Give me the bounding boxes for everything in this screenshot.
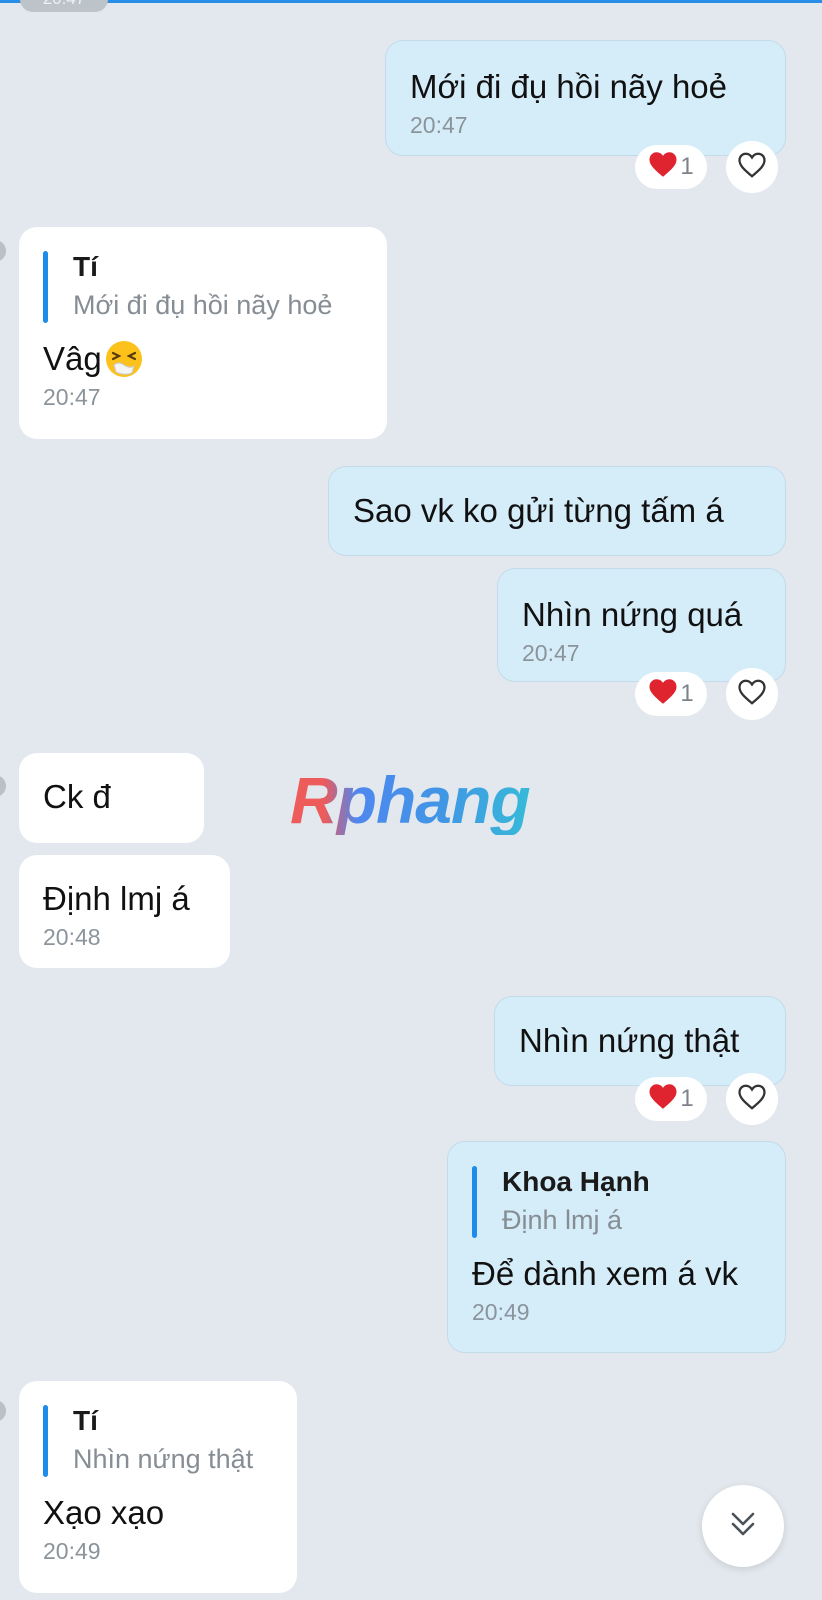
message-text: Nhìn nứng thật [519,1022,740,1059]
message-text: Để dành xem á vk [472,1255,738,1292]
quote-text: Mới đi đụ hồi nãy hoẻ [73,290,333,320]
message-bubble-outgoing[interactable]: Mới đi đụ hồi nãy hoẻ 20:47 [385,40,786,156]
message-bubble-incoming[interactable]: Tí Mới đi đụ hồi nãy hoẻ Vâg 20:47 [19,227,387,439]
reaction-count-badge[interactable]: 1 [635,1077,707,1121]
message-text: Xạo xạo [43,1494,165,1531]
sender-avatar[interactable] [0,775,6,797]
sneezing-face-emoji-icon [104,339,144,379]
heart-outline-icon [737,1083,767,1116]
red-heart-icon [648,1083,678,1115]
reaction-count: 1 [680,680,694,707]
quote-sender-name: Khoa Hạnh [502,1166,650,1197]
sender-avatar[interactable] [0,240,6,262]
date-time-chip: 20:47 [20,0,108,12]
message-bubble-outgoing[interactable]: Khoa Hạnh Định lmj á Để dành xem á vk 20… [447,1141,786,1353]
sender-avatar[interactable] [0,1400,6,1422]
message-text: Nhìn nứng quá [522,596,743,633]
reaction-count-badge[interactable]: 1 [635,145,707,189]
reaction-count-badge[interactable]: 1 [635,672,707,716]
message-text: Ck đ [43,778,111,815]
reply-quote[interactable]: Khoa Hạnh Định lmj á [472,1164,761,1240]
top-accent-line [0,0,822,3]
quote-bar [472,1166,477,1238]
like-button[interactable] [726,1073,778,1125]
message-bubble-outgoing[interactable]: Nhìn nứng quá 20:47 [497,568,786,682]
like-button[interactable] [726,668,778,720]
message-text: Định lmj á [43,880,190,917]
like-button[interactable] [726,141,778,193]
quote-sender-name: Tí [73,251,98,282]
date-time-chip-text: 20:47 [20,0,108,12]
quote-text: Định lmj á [502,1205,623,1235]
reply-quote[interactable]: Tí Nhìn nứng thật [43,1403,273,1479]
message-time: 20:49 [43,1538,101,1564]
message-time: 20:48 [43,924,101,950]
reaction-count: 1 [680,153,694,180]
message-time: 20:47 [410,112,468,138]
message-time: 20:47 [522,640,580,666]
quote-bar [43,251,48,323]
red-heart-icon [648,678,678,710]
heart-outline-icon [737,151,767,184]
quote-bar [43,1405,48,1477]
message-bubble-outgoing[interactable]: Nhìn nứng thật [494,996,786,1086]
message-time: 20:47 [43,384,101,410]
reaction-count: 1 [680,1085,694,1112]
scroll-to-bottom-button[interactable] [702,1485,784,1567]
message-text: Mới đi đụ hồi nãy hoẻ [410,68,727,105]
message-time: 20:49 [472,1299,530,1325]
quote-sender-name: Tí [73,1405,98,1436]
heart-outline-icon [737,678,767,711]
message-bubble-incoming[interactable]: Định lmj á 20:48 [19,855,230,968]
message-text: Vâg [43,340,102,377]
message-text: Sao vk ko gửi từng tấm á [353,492,724,529]
reply-quote[interactable]: Tí Mới đi đụ hồi nãy hoẻ [43,249,363,325]
message-bubble-incoming[interactable]: Ck đ [19,753,204,843]
quote-text: Nhìn nứng thật [73,1444,254,1474]
red-heart-icon [648,151,678,183]
message-bubble-outgoing[interactable]: Sao vk ko gửi từng tấm á [328,466,786,556]
watermark-logo: Rphang [290,763,531,837]
message-bubble-incoming[interactable]: Tí Nhìn nứng thật Xạo xạo 20:49 [19,1381,297,1593]
double-chevron-down-icon [725,1506,761,1547]
